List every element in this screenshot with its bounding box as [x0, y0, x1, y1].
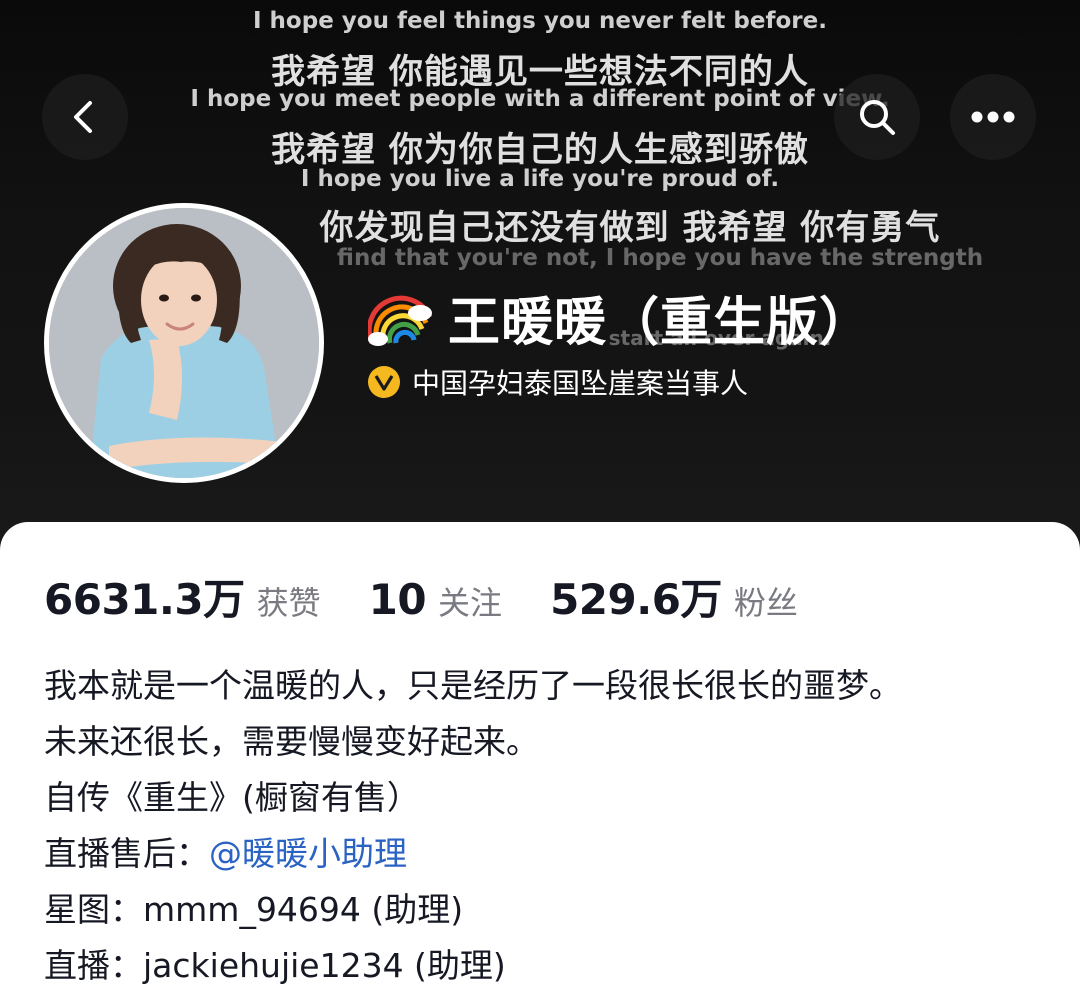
- stat-value: 529.6万: [550, 575, 722, 624]
- stat-value: 6631.3万: [44, 575, 245, 624]
- search-button[interactable]: [834, 74, 920, 160]
- profile-banner: I hope you feel things you never felt be…: [0, 0, 1080, 560]
- bio-line: 直播售后：@暖暖小助理: [44, 826, 1054, 882]
- stat-label: 获赞: [256, 584, 321, 622]
- bio-line: 未来还很长，需要慢慢变好起来。: [44, 722, 539, 761]
- bio-line: 自传《重生》(橱窗有售）: [44, 778, 420, 817]
- stat-value: 10: [368, 575, 427, 624]
- profile-name: 王暖暖（重生版）: [448, 292, 873, 353]
- verification-text: 中国孕妇泰国坠崖案当事人: [412, 367, 749, 400]
- more-button[interactable]: [950, 74, 1036, 160]
- bio-line: 星图：mmm_94694 (助理): [44, 890, 464, 929]
- more-dots-icon: [971, 111, 1015, 123]
- verified-badge-icon: [368, 366, 400, 398]
- banner-line: I hope you live a life you're proud of.: [300, 166, 780, 192]
- stat-following[interactable]: 10 关注: [369, 575, 502, 624]
- back-button[interactable]: [42, 74, 128, 160]
- bio-line-prefix: 直播售后：: [44, 834, 209, 873]
- stats-row: 6631.3万 获赞 10 关注 529.6万 粉丝: [44, 566, 846, 626]
- avatar[interactable]: [44, 203, 324, 483]
- bio-fade-overlay: [560, 940, 1080, 1002]
- stat-label: 粉丝: [733, 584, 798, 622]
- stat-likes[interactable]: 6631.3万 获赞: [44, 566, 321, 627]
- search-icon: [860, 100, 895, 135]
- banner-line: I hope you feel things you never felt be…: [252, 8, 827, 34]
- profile-name-row: 王暖暖（重生版）: [368, 282, 873, 353]
- rainbow-icon: [368, 295, 433, 346]
- assistant-mention-link[interactable]: @暖暖小助理: [209, 834, 407, 873]
- chevron-left-icon: [74, 101, 92, 133]
- profile-card: 6631.3万 获赞 10 关注 529.6万 粉丝 我本就是一个温暖的人，只是…: [0, 522, 1080, 1002]
- stat-followers[interactable]: 529.6万 粉丝: [550, 566, 798, 627]
- verification-row: 中国孕妇泰国坠崖案当事人: [368, 362, 748, 402]
- avatar-photo: [49, 208, 319, 478]
- bio-line: 我本就是一个温暖的人，只是经历了一段很长很长的噩梦。: [44, 666, 902, 705]
- stat-label: 关注: [438, 584, 503, 622]
